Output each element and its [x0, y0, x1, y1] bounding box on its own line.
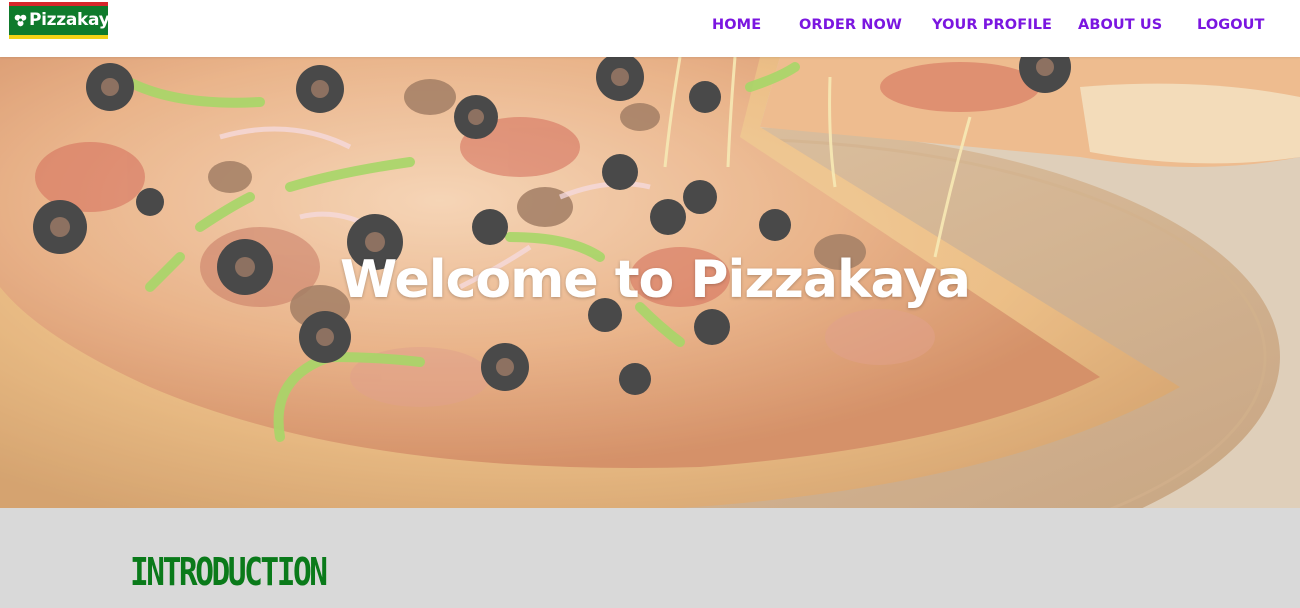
intro-heading: INTRODUCTION — [130, 550, 328, 594]
hero-title: Welcome to Pizzakaya — [340, 250, 971, 310]
nav-order-now[interactable]: ORDER NOW — [799, 17, 902, 33]
pizza-leaf-icon — [13, 13, 28, 29]
brand-name: Pizzakaya — [29, 10, 121, 30]
nav-home[interactable]: HOME — [712, 17, 761, 33]
brand-logo[interactable]: Pizzakaya — [9, 2, 121, 39]
site-header: Pizzakaya HOME ORDER NOW YOUR PROFILE AB… — [0, 0, 1300, 57]
nav-about-us[interactable]: ABOUT US — [1078, 17, 1162, 33]
hero-banner: Welcome to Pizzakaya — [0, 57, 1300, 508]
intro-section: INTRODUCTION — [0, 508, 1300, 608]
nav-your-profile[interactable]: YOUR PROFILE — [932, 17, 1052, 33]
nav-logout[interactable]: LOGOUT — [1197, 17, 1265, 33]
